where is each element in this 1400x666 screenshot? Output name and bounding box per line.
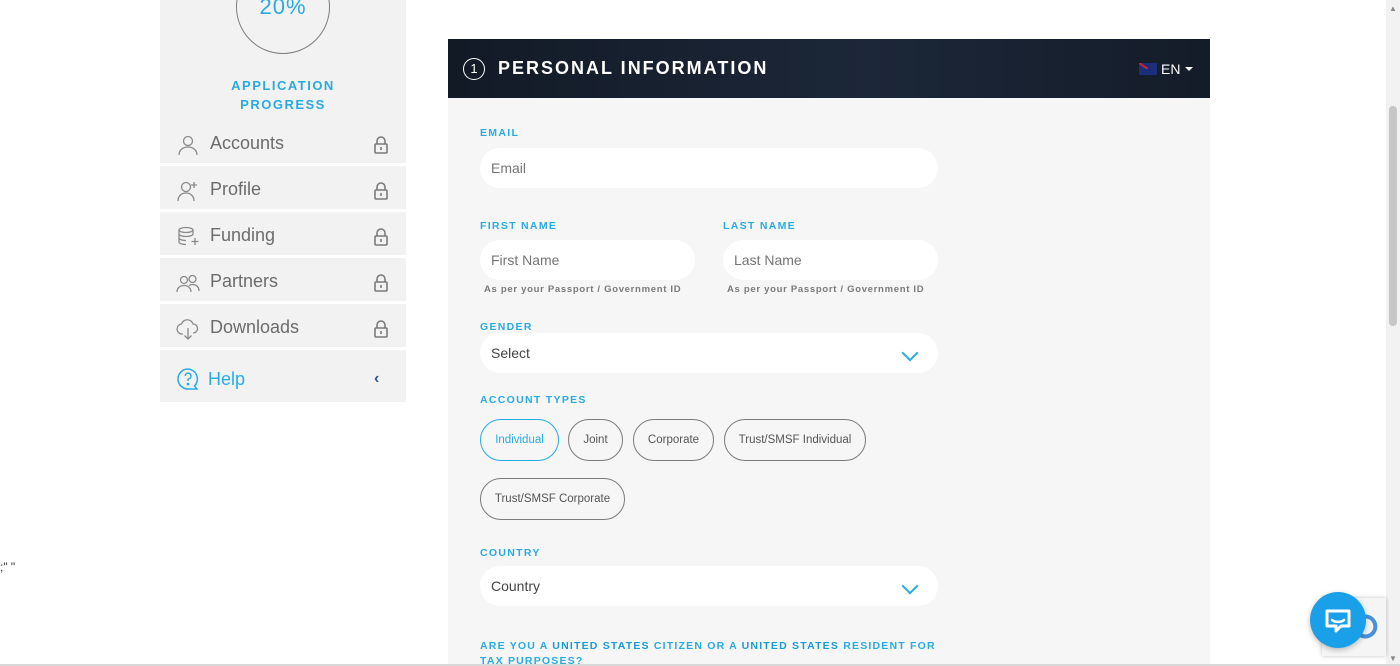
scrollbar[interactable] bbox=[1386, 0, 1400, 666]
sidebar-item-funding[interactable]: Funding bbox=[160, 216, 406, 258]
stray-text: ;" " bbox=[0, 560, 16, 574]
progress-title: APPLICATION PROGRESS bbox=[160, 76, 406, 114]
sidebar-item-partners[interactable]: Partners bbox=[160, 262, 406, 304]
language-label: EN bbox=[1161, 61, 1181, 77]
sidebar-item-help[interactable]: Help ‹ bbox=[160, 358, 406, 400]
lock-icon bbox=[374, 136, 388, 154]
sidebar-item-label: Downloads bbox=[210, 317, 300, 337]
sidebar-item-profile[interactable]: Profile bbox=[160, 170, 406, 212]
sidebar-item-label: Funding bbox=[210, 225, 276, 245]
chat-icon bbox=[1325, 609, 1351, 633]
coins-stack-icon bbox=[178, 226, 199, 246]
question-highlight: UNITED STATES bbox=[741, 640, 840, 652]
progress-title-line-2: PROGRESS bbox=[240, 97, 326, 112]
sidebar-item-label: Help bbox=[208, 368, 246, 389]
first-name-label: FIRST NAME bbox=[480, 220, 558, 232]
chat-button[interactable] bbox=[1310, 592, 1366, 648]
account-type-trust-smsf-individual[interactable]: Trust/SMSF Individual bbox=[724, 419, 866, 461]
question-text: ARE YOU A bbox=[480, 640, 553, 652]
progress-title-line-1: APPLICATION bbox=[231, 78, 335, 93]
account-type-joint[interactable]: Joint bbox=[568, 419, 623, 461]
account-type-corporate[interactable]: Corporate bbox=[633, 419, 714, 461]
question-highlight: UNITED STATES bbox=[552, 640, 650, 652]
email-label: EMAIL bbox=[480, 127, 520, 139]
country-value: Country bbox=[491, 578, 541, 594]
lock-icon bbox=[374, 228, 388, 246]
sidebar-item-label: Accounts bbox=[210, 133, 285, 153]
email-field[interactable] bbox=[480, 148, 938, 188]
scrollbar-thumb[interactable] bbox=[1389, 106, 1397, 326]
sidebar-item-downloads[interactable]: Downloads bbox=[160, 308, 406, 350]
lock-icon bbox=[374, 274, 388, 292]
page: ;" " 20% APPLICATION PROGRESS Accounts P… bbox=[0, 0, 1400, 666]
country-select[interactable]: Country bbox=[480, 566, 938, 606]
step-number: 1 bbox=[463, 58, 485, 80]
last-name-label: LAST NAME bbox=[723, 220, 796, 232]
gender-value: Select bbox=[491, 345, 530, 361]
cloud-download-icon bbox=[176, 319, 199, 340]
users-icon bbox=[176, 274, 200, 293]
account-types-label: ACCOUNT TYPES bbox=[480, 394, 587, 406]
language-selector[interactable]: EN bbox=[1139, 61, 1194, 77]
account-type-individual[interactable]: Individual bbox=[480, 419, 559, 461]
user-icon bbox=[178, 135, 198, 156]
help-icon bbox=[177, 368, 199, 390]
country-label: COUNTRY bbox=[480, 547, 541, 559]
question-text: CITIZEN OR A bbox=[649, 640, 742, 652]
progress-percentage: 20% bbox=[259, 0, 307, 19]
caret-down-icon bbox=[1185, 67, 1194, 71]
first-name-helper: As per your Passport / Government ID bbox=[484, 284, 682, 295]
sidebar-item-accounts[interactable]: Accounts bbox=[160, 124, 406, 166]
add-user-icon bbox=[177, 181, 197, 202]
personal-information-card: 1 PERSONAL INFORMATION EN EMAIL FIRST NA… bbox=[448, 39, 1210, 666]
progress-section: 20% APPLICATION PROGRESS bbox=[160, 0, 406, 122]
scroll-down-icon[interactable]: ▼ bbox=[1389, 654, 1397, 663]
last-name-helper: As per your Passport / Government ID bbox=[727, 284, 925, 295]
scroll-up-icon[interactable]: ▲ bbox=[1389, 4, 1397, 13]
card-title: PERSONAL INFORMATION bbox=[498, 58, 769, 78]
gender-label: GENDER bbox=[480, 321, 533, 333]
us-tax-question: ARE YOU A UNITED STATES CITIZEN OR A UNI… bbox=[480, 639, 950, 666]
card-header: 1 PERSONAL INFORMATION EN bbox=[448, 39, 1210, 98]
account-type-trust-smsf-corporate[interactable]: Trust/SMSF Corporate bbox=[480, 478, 625, 520]
lock-icon bbox=[374, 320, 388, 338]
flag-icon bbox=[1139, 63, 1157, 75]
first-name-field[interactable] bbox=[480, 240, 695, 280]
sidebar: 20% APPLICATION PROGRESS Accounts Profil… bbox=[160, 0, 406, 402]
gender-select[interactable]: Select bbox=[480, 333, 938, 373]
sidebar-item-label: Partners bbox=[210, 271, 279, 291]
last-name-field[interactable] bbox=[723, 240, 938, 280]
lock-icon bbox=[374, 182, 388, 200]
chevron-left-icon[interactable]: ‹ bbox=[374, 370, 379, 388]
sidebar-item-label: Profile bbox=[210, 179, 262, 199]
